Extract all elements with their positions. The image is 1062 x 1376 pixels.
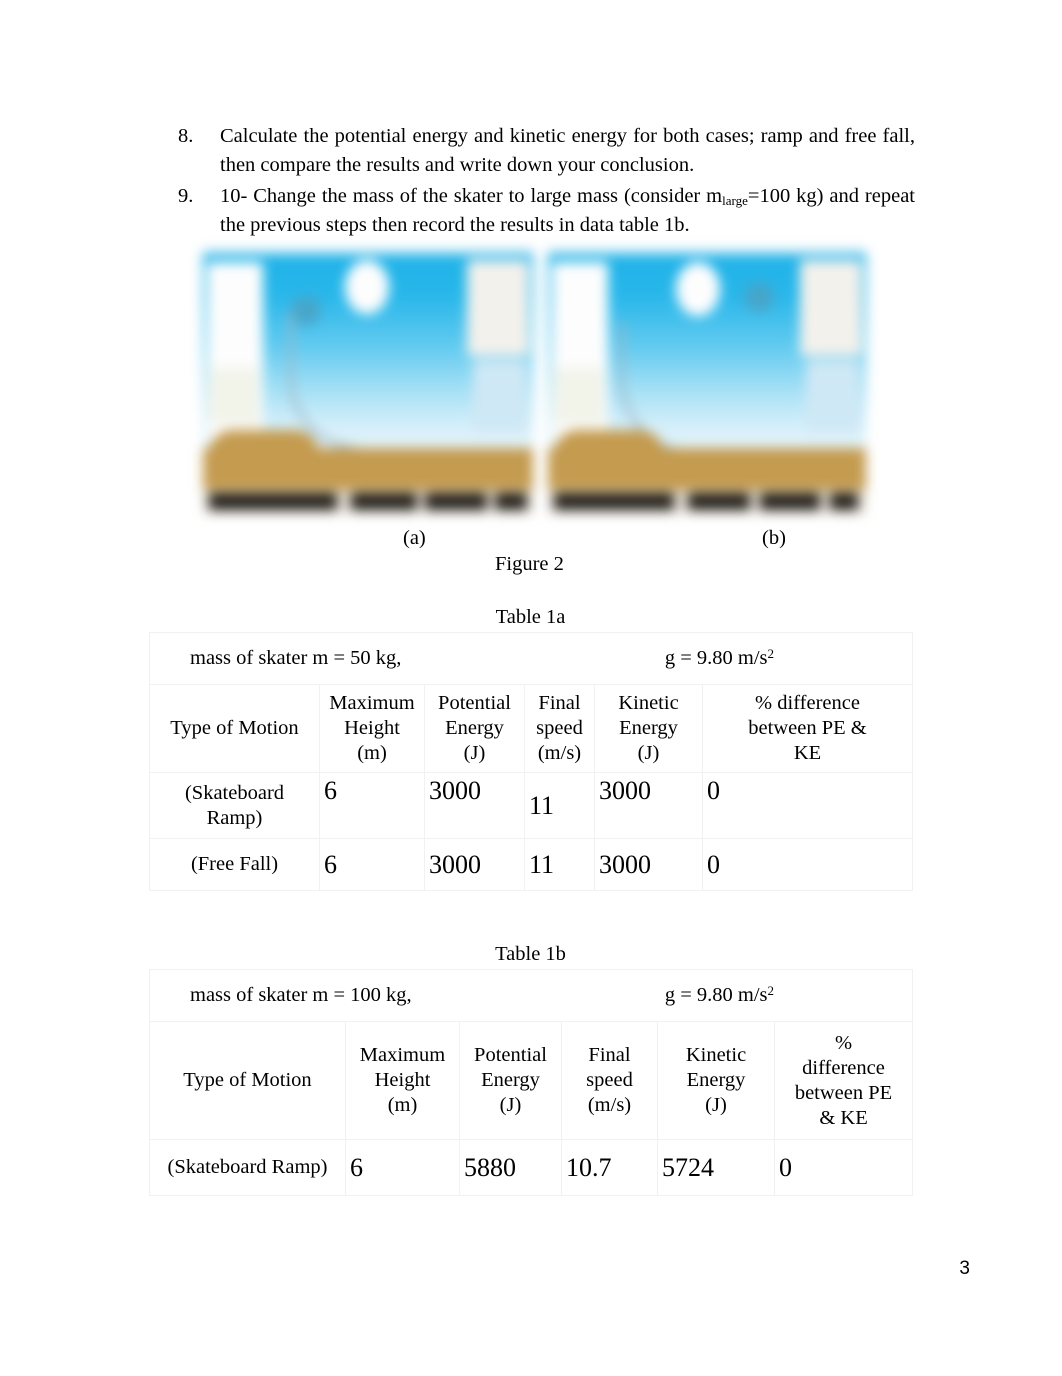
table-1a-mass-cell: mass of skater m = 50 kg, g = 9.80 m/s2 xyxy=(149,632,913,685)
figure-label-a: (a) xyxy=(403,527,426,549)
table-1a-title: Table 1a xyxy=(495,606,566,628)
table-1a-mass-row: mass of skater m = 50 kg, g = 9.80 m/s2 xyxy=(149,632,913,685)
sim-control-bar xyxy=(548,490,866,514)
cell-kinetic-energy: 3000 xyxy=(594,772,703,839)
list-marker: 9. xyxy=(178,185,194,208)
mass-subscript: large xyxy=(722,193,748,209)
cell-final-speed: 11 xyxy=(524,838,595,891)
sim-ground xyxy=(203,448,533,492)
table-1a: mass of skater m = 50 kg, g = 9.80 m/s2 … xyxy=(149,632,913,891)
table-1b-header-row: Type of Motion Maximum Height (m) Potent… xyxy=(149,1021,914,1140)
list-marker: 8. xyxy=(178,125,194,147)
instruction-list: 8. Calculate the potential energy and ki… xyxy=(170,122,915,242)
sim-control-bar xyxy=(203,490,533,514)
column-header-percent-difference: % difference between PE & KE xyxy=(702,684,913,773)
cell-maximum-height: 6 xyxy=(319,838,425,891)
cell-final-speed: 11 xyxy=(524,772,595,839)
cell-type-of-motion: (Skateboard Ramp) xyxy=(149,1139,346,1196)
sim-cloud xyxy=(345,260,389,314)
cell-maximum-height: 6 xyxy=(319,772,425,839)
cell-type-of-motion: (Free Fall) xyxy=(149,838,320,891)
sim-control-segment xyxy=(760,493,820,510)
cell-potential-energy: 3000 xyxy=(424,838,525,891)
cell-final-speed: 10.7 xyxy=(561,1139,658,1196)
sim-left-panel-lower xyxy=(209,368,259,424)
sim-control-segment xyxy=(688,493,750,510)
column-header-potential-energy: Potential Energy (J) xyxy=(424,684,525,773)
figure-2-images xyxy=(0,248,1062,514)
sim-right-panel-lower xyxy=(806,360,860,432)
figure-caption: Figure 2 xyxy=(495,553,564,575)
cell-kinetic-energy: 5724 xyxy=(657,1139,775,1196)
cell-percent-difference: 0 xyxy=(702,838,913,891)
simulation-screenshot-b xyxy=(548,248,866,514)
list-item-text: Calculate the potential energy and kinet… xyxy=(220,125,915,177)
page-number: 3 xyxy=(959,1258,970,1279)
list-item-text-before: 10- Change the mass of the skater to lar… xyxy=(220,185,723,208)
list-item: 9. 10- Change the mass of the skater to … xyxy=(170,182,915,240)
sim-control-segment xyxy=(351,493,417,510)
sim-control-segment xyxy=(830,493,858,510)
simulation-screenshot-a xyxy=(203,248,533,514)
column-header-kinetic-energy: Kinetic Energy (J) xyxy=(594,684,703,773)
table-1a-header-row: Type of Motion Maximum Height (m) Potent… xyxy=(149,684,913,773)
sim-cloud xyxy=(676,262,720,316)
table-row: (Skateboard Ramp) 6 3000 11 3000 0 xyxy=(149,772,913,839)
sim-control-segment xyxy=(495,493,527,510)
table-1b-container: mass of skater m = 100 kg, g = 9.80 m/s2… xyxy=(148,969,914,1196)
table-row: (Skateboard Ramp) 6 5880 10.7 5724 0 xyxy=(149,1139,914,1196)
document-page: 8. Calculate the potential energy and ki… xyxy=(0,0,1062,1376)
sim-right-panel-lower xyxy=(473,360,527,432)
list-item: 8. Calculate the potential energy and ki… xyxy=(170,122,915,180)
column-header-final-speed: Final speed (m/s) xyxy=(561,1021,658,1140)
sim-left-panel-lower xyxy=(554,368,604,424)
table-1b-mass-label: mass of skater m = 100 kg, xyxy=(190,984,412,1006)
cell-percent-difference: 0 xyxy=(773,1139,914,1196)
list-item-text: 10- Change the mass of the skater to lar… xyxy=(220,182,915,240)
table-1b: mass of skater m = 100 kg, g = 9.80 m/s2… xyxy=(148,969,914,1196)
sim-control-segment xyxy=(425,493,487,510)
table-1b-mass-row: mass of skater m = 100 kg, g = 9.80 m/s2 xyxy=(148,969,914,1022)
cell-maximum-height: 6 xyxy=(345,1139,460,1196)
cell-type-of-motion: (Skateboard Ramp) xyxy=(149,772,320,839)
table-1a-gravity-label: g = 9.80 m/s2 xyxy=(664,646,774,669)
sim-control-segment xyxy=(209,493,337,510)
column-header-type-of-motion: Type of Motion xyxy=(149,1021,346,1140)
table-1b-mass-cell: mass of skater m = 100 kg, g = 9.80 m/s2 xyxy=(148,969,914,1022)
figure-label-b: (b) xyxy=(762,527,786,549)
sim-right-panel xyxy=(467,260,529,356)
column-header-type-of-motion: Type of Motion xyxy=(149,684,320,773)
sim-skater-marker xyxy=(744,282,774,312)
table-row: (Free Fall) 6 3000 11 3000 0 xyxy=(149,838,913,891)
column-header-maximum-height: Maximum Height (m) xyxy=(319,684,425,773)
sim-right-panel xyxy=(800,260,862,356)
table-1b-gravity-label: g = 9.80 m/s2 xyxy=(664,983,775,1006)
sim-ground xyxy=(548,448,866,492)
table-1a-container: mass of skater m = 50 kg, g = 9.80 m/s2 … xyxy=(149,632,913,891)
column-header-maximum-height: Maximum Height (m) xyxy=(345,1021,460,1140)
sim-control-segment xyxy=(554,493,674,510)
column-header-final-speed: Final speed (m/s) xyxy=(524,684,595,773)
column-header-kinetic-energy: Kinetic Energy (J) xyxy=(657,1021,775,1140)
cell-kinetic-energy: 3000 xyxy=(594,838,703,891)
column-header-percent-difference: % difference between PE & KE xyxy=(773,1021,914,1140)
table-1b-title: Table 1b xyxy=(495,943,566,965)
cell-potential-energy: 5880 xyxy=(459,1139,562,1196)
column-header-potential-energy: Potential Energy (J) xyxy=(459,1021,562,1140)
table-1a-mass-label: mass of skater m = 50 kg, xyxy=(190,647,402,669)
cell-potential-energy: 3000 xyxy=(424,772,525,839)
cell-percent-difference: 0 xyxy=(702,772,913,839)
